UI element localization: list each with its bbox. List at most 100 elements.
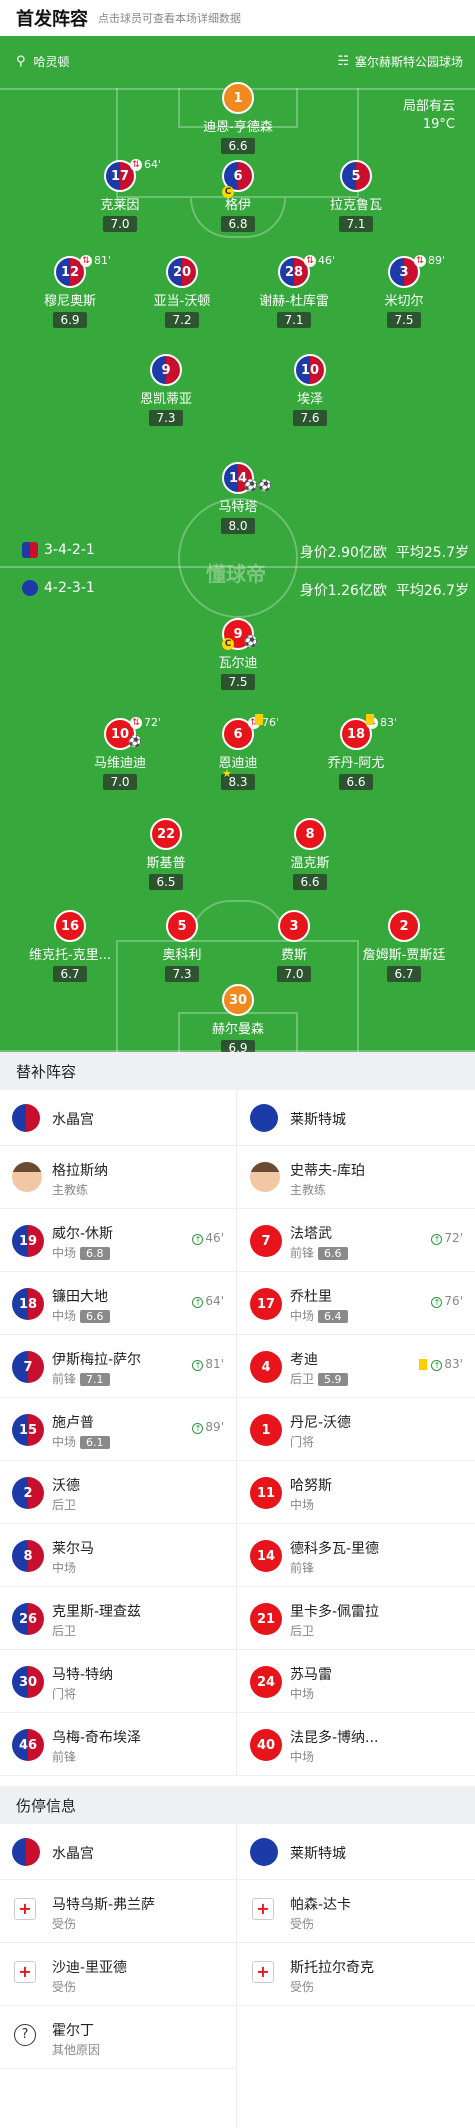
sub-row[interactable]: 40 法昆多-博纳... 中场 [238,1713,475,1776]
sub-row[interactable]: 7 法塔武 前锋 6.6 ↑ 72' [238,1209,475,1272]
sub-row[interactable]: 21 里卡多-佩雷拉 后卫 [238,1587,475,1650]
sub-position: 中场 6.8 [52,1244,110,1261]
home-player[interactable]: 5 拉克鲁瓦 7.1 [301,160,411,232]
team-header-row: 莱斯特城 [238,1824,475,1880]
coach-row[interactable]: 史蒂夫-库珀 主教练 [238,1146,475,1209]
sub-name: 哈努斯 [290,1478,332,1494]
away-player[interactable]: 16 维克托-克里... 6.7 [15,910,125,982]
home-player[interactable]: 1 迪恩-亨德森 6.6 [183,82,293,154]
coach-row[interactable]: 格拉斯纳 主教练 [0,1146,236,1209]
player-name: 斯基普 [146,856,186,871]
away-player[interactable]: 8 温克斯 6.6 [255,818,365,890]
away-player[interactable]: 30 赫尔曼森 6.9 [183,984,293,1052]
jersey-number: 16 [54,910,86,942]
player-name: 格伊 [224,198,251,213]
coach-role: 主教练 [290,1183,327,1197]
football-icon: ⚽ [244,479,258,492]
home-player[interactable]: 14 马特塔 8.0 [183,462,293,534]
sub-position: 中场 [52,1559,76,1576]
jersey-number: 3 [278,910,310,942]
position-label: 中场 [290,1750,315,1764]
sub-row[interactable]: 7 伊斯梅拉-萨尔 前锋 7.1 ↑ 81' [0,1335,236,1398]
injury-row[interactable]: ? 霍尔丁 其他原因 [0,2006,236,2069]
jersey-number: 46 [12,1729,44,1761]
sub-in-label: 89' [205,1420,224,1434]
sub-in-time: ↑ 46' [192,1231,224,1245]
sub-row[interactable]: 24 苏马雷 中场 [238,1650,475,1713]
away-player[interactable]: 22 斯基普 6.5 [111,818,221,890]
sub-row[interactable]: 1 丹尼-沃德 门将 [238,1398,475,1461]
coach-name: 格拉斯纳 [52,1163,108,1179]
jersey-number: 7 [250,1225,282,1257]
sub-row[interactable]: 15 施卢普 中场 6.1 ↑ 89' [0,1398,236,1461]
team-crest-icon [12,1838,40,1866]
team-name: 水晶宫 [52,1112,94,1128]
sub-name: 乔杜里 [290,1289,332,1305]
home-player[interactable]: 20 亚当-沃顿 7.2 [127,256,237,328]
away-player[interactable]: 3 费斯 7.0 [239,910,349,982]
sub-row[interactable]: 19 威尔-休斯 中场 6.8 ↑ 46' [0,1209,236,1272]
home-player[interactable]: 9 恩凯蒂亚 7.3 [111,354,221,426]
player-rating: 7.0 [103,774,137,790]
sub-position: 前锋 [290,1559,314,1576]
sub-row[interactable]: 17 乔杜里 中场 6.4 ↑ 76' [238,1272,475,1335]
sub-row[interactable]: 26 克里斯-理查兹 后卫 [0,1587,236,1650]
sub-row[interactable]: 18 镰田大地 中场 6.6 ↑ 64' [0,1272,236,1335]
sub-name: 法昆多-博纳... [290,1730,379,1746]
sub-row[interactable]: 46 乌梅-奇布埃泽 前锋 [0,1713,236,1776]
coach-avatar [12,1162,42,1192]
away-player[interactable]: 2 詹姆斯-贾斯廷 6.7 [349,910,459,982]
sub-in-label: 72' [444,1231,463,1245]
injury-row[interactable]: + 马特乌斯-弗兰萨 受伤 [0,1880,236,1943]
player-rating: 6.5 [149,874,183,890]
home-player[interactable]: 10 埃泽 7.6 [255,354,365,426]
away-player[interactable]: 9 瓦尔迪 7.5 [183,618,293,690]
sub-name: 里卡多-佩雷拉 [290,1604,380,1620]
home-team-value: 身价2.90亿欧 平均25.7岁 [299,545,469,561]
player-name: 乔丹-阿尤 [327,756,385,771]
sub-time: 81' [94,254,112,267]
sub-time: 89' [428,254,446,267]
team-crest-icon [12,1104,40,1132]
player-name: 恩迪迪 [218,756,258,771]
jersey-number: 1 [222,82,254,114]
sub-row[interactable]: 30 马特-特纳 门将 [0,1650,236,1713]
player-rating: 6.9 [53,312,87,328]
home-coach-label: 哈灵顿 [33,55,70,69]
team-header-row: 莱斯特城 [238,1090,475,1146]
sub-in-icon: ↑ [192,1360,204,1371]
team-name: 水晶宫 [52,1846,94,1862]
player-name: 穆尼奥斯 [43,294,96,309]
jersey-number: 11 [250,1477,282,1509]
venue-bar: ⚲ 哈灵顿 ☵ 塞尔赫斯特公园球场 [0,36,475,88]
sub-position: 中场 6.6 [52,1307,110,1324]
sub-name: 伊斯梅拉-萨尔 [52,1352,142,1368]
position-label: 门将 [52,1687,77,1701]
sub-row[interactable]: 11 哈努斯 中场 [238,1461,475,1524]
sub-row[interactable]: 8 莱尔马 中场 [0,1524,236,1587]
position-label: 中场 [52,1561,77,1575]
sub-row[interactable]: 14 德科多瓦-里德 前锋 [238,1524,475,1587]
sub-off-badge: ⇅ 46' [304,254,335,267]
away-player[interactable]: 5 奥科利 7.3 [127,910,237,982]
home-injuries-column: 水晶宫 + 马特乌斯-弗兰萨 受伤 + 沙迪-里亚德 受伤? 霍尔丁 其他原因 [0,1824,237,2128]
sub-off-badge: ⇅ 72' [130,716,161,729]
home-coach[interactable]: ⚲ 哈灵顿 [16,53,70,70]
home-player[interactable]: 6 格伊 6.8 [183,160,293,232]
injury-row[interactable]: + 沙迪-里亚德 受伤 [0,1943,236,2006]
crystal-palace-crest-icon [22,542,38,558]
player-rating: 7.5 [387,312,421,328]
injury-row[interactable]: + 斯托拉尔奇克 受伤 [238,1943,475,2006]
position-label: 前锋 [290,1246,315,1260]
jersey-number: 5 [166,910,198,942]
stadium-name: 塞尔赫斯特公园球场 [354,55,463,69]
home-formation: 3-4-2-1 [22,542,95,558]
motm-star-icon: ★ [222,767,232,780]
position-label: 后卫 [52,1498,77,1512]
sub-row[interactable]: 2 沃德 后卫 [0,1461,236,1524]
position-label: 中场 [290,1687,315,1701]
team-crest-icon [250,1104,278,1132]
injury-row[interactable]: + 帕森-达卡 受伤 [238,1880,475,1943]
sub-row[interactable]: 4 考迪 后卫 5.9 ↑ 83' [238,1335,475,1398]
away-formation: 4-2-3-1 [22,580,95,596]
